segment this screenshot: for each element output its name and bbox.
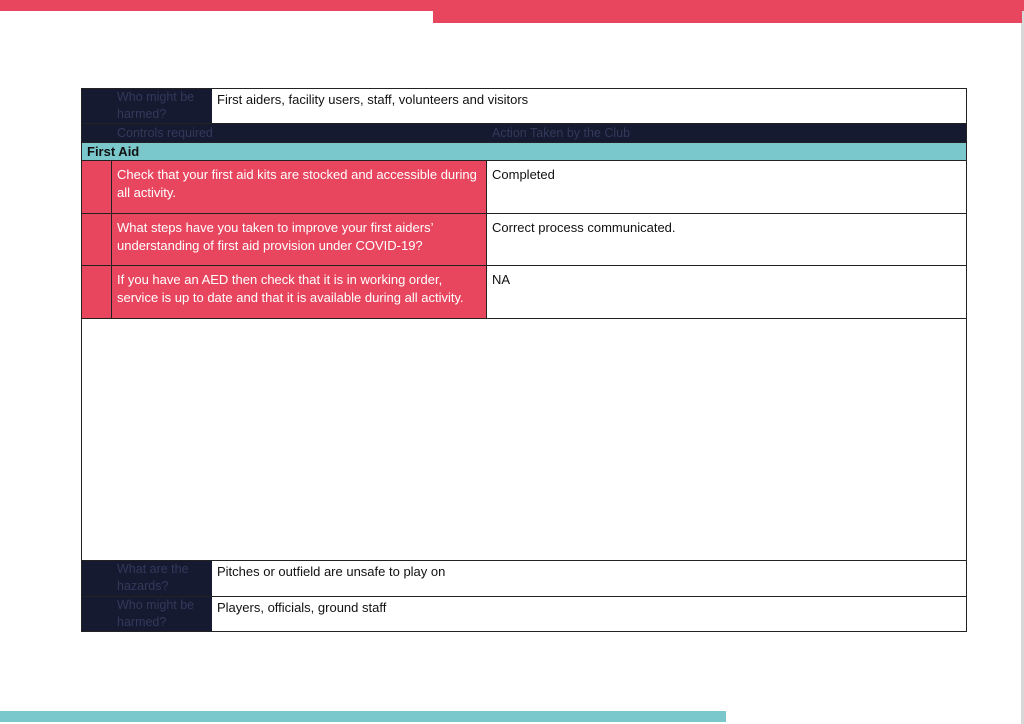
action-header-cell: Action Taken by the Club bbox=[487, 124, 966, 142]
who-harmed-label: Who might be harmed? bbox=[117, 598, 195, 629]
control-row-marker bbox=[82, 214, 112, 265]
who-harmed-label: Who might be harmed? bbox=[117, 90, 195, 121]
hazards-row: What are the hazards? Pitches or outfiel… bbox=[81, 560, 967, 597]
action-text: Completed bbox=[492, 167, 555, 182]
action-cell: Correct process communicated. bbox=[487, 214, 966, 265]
who-harmed-value: First aiders, facility users, staff, vol… bbox=[217, 92, 529, 107]
who-harmed-label-cell: Who might be harmed? bbox=[82, 597, 212, 631]
section-title-row: First Aid bbox=[81, 142, 967, 161]
control-row-marker bbox=[82, 266, 112, 318]
action-text: NA bbox=[492, 272, 511, 287]
control-text: What steps have you taken to improve you… bbox=[117, 220, 433, 253]
who-harmed-label-cell: Who might be harmed? bbox=[82, 89, 212, 123]
hazards-label-cell: What are the hazards? bbox=[82, 561, 212, 596]
control-row-marker bbox=[82, 161, 112, 213]
control-text: Check that your first aid kits are stock… bbox=[117, 167, 477, 200]
controls-header-row: Controls required Action Taken by the Cl… bbox=[81, 123, 967, 143]
action-cell: Completed bbox=[487, 161, 966, 213]
who-harmed-row: Who might be harmed? First aiders, facil… bbox=[81, 88, 967, 124]
control-text: If you have an AED then check that it is… bbox=[117, 272, 464, 305]
control-row: If you have an AED then check that it is… bbox=[81, 265, 967, 319]
control-cell: What steps have you taken to improve you… bbox=[112, 214, 487, 265]
control-row: Check that your first aid kits are stock… bbox=[81, 160, 967, 214]
controls-header: Controls required bbox=[117, 126, 213, 140]
control-cell: If you have an AED then check that it is… bbox=[112, 266, 487, 318]
controls-header-cell: Controls required bbox=[112, 124, 486, 142]
section-title: First Aid bbox=[87, 144, 140, 159]
control-cell: Check that your first aid kits are stock… bbox=[112, 161, 487, 213]
hazards-label: What are the hazards? bbox=[117, 562, 189, 593]
header-accent-bar-secondary bbox=[433, 11, 1022, 23]
who-harmed-value: Players, officials, ground staff bbox=[217, 600, 387, 615]
hazards-value: Pitches or outfield are unsafe to play o… bbox=[217, 564, 446, 579]
action-cell: NA bbox=[487, 266, 966, 318]
control-row: What steps have you taken to improve you… bbox=[81, 213, 967, 266]
who-harmed-value-cell: Players, officials, ground staff bbox=[212, 597, 966, 631]
empty-section bbox=[81, 318, 967, 561]
footer-accent-bar bbox=[0, 711, 726, 722]
action-text: Correct process communicated. bbox=[492, 220, 676, 235]
who-harmed-value-cell: First aiders, facility users, staff, vol… bbox=[212, 89, 966, 123]
action-header: Action Taken by the Club bbox=[492, 126, 631, 140]
hazards-value-cell: Pitches or outfield are unsafe to play o… bbox=[212, 561, 966, 596]
header-accent-bar bbox=[0, 0, 1024, 11]
who-harmed-row-bottom: Who might be harmed? Players, officials,… bbox=[81, 596, 967, 632]
